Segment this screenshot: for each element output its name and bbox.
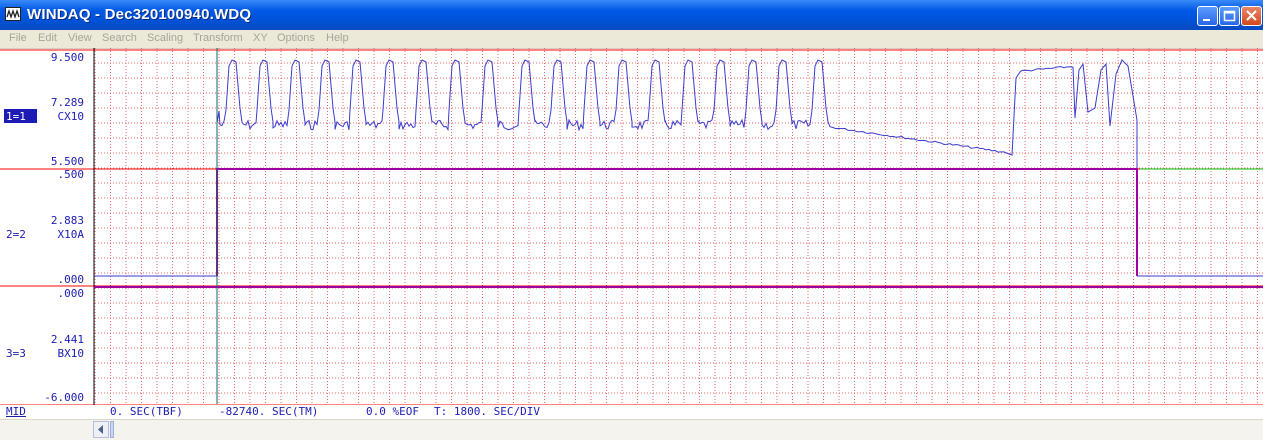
windaq-app-icon[interactable]: [5, 7, 21, 21]
menu-options[interactable]: Options: [277, 32, 315, 44]
maximize-button[interactable]: [1219, 6, 1240, 26]
ch2-bottom-value: .000: [58, 273, 85, 286]
scroll-thumb[interactable]: [110, 421, 114, 438]
menu-transform[interactable]: Transform: [193, 32, 243, 44]
status-tbf: 0. SEC(TBF): [110, 405, 183, 418]
horizontal-scrollbar[interactable]: [0, 419, 1263, 440]
ch2-mid-value: 2.883: [51, 214, 84, 227]
ch1-top-value: 9.500: [51, 51, 84, 64]
status-bar: MID 0. SEC(TBF) -82740. SEC(TM) 0.0 %EOF…: [0, 405, 1263, 419]
ch3-name: BX10: [58, 347, 85, 360]
ch2-label[interactable]: 2=2: [6, 228, 26, 241]
status-mode: MID: [6, 405, 26, 418]
status-eof: 0.0 %EOF: [366, 405, 419, 418]
menu-bar: File Edit View Search Scaling Transform …: [0, 30, 1263, 49]
channel-separators: [0, 48, 1263, 406]
menu-file[interactable]: File: [9, 32, 27, 44]
ch3-top-value: .000: [58, 287, 85, 300]
ch2-top-value: .500: [58, 168, 85, 181]
status-div: T: 1800. SEC/DIV: [434, 405, 540, 418]
menu-scaling[interactable]: Scaling: [147, 32, 183, 44]
scroll-left-button[interactable]: [93, 421, 109, 438]
menu-view[interactable]: View: [68, 32, 92, 44]
menu-help[interactable]: Help: [326, 32, 349, 44]
ch3-bottom-value: -6.000: [44, 391, 84, 404]
close-button[interactable]: [1241, 6, 1262, 26]
status-tm: -82740. SEC(TM): [219, 405, 319, 418]
ch2-name: X10A: [58, 228, 85, 241]
waveform-svg[interactable]: 9.500 1=1 7.289 CX10 5.500 .500 2=2 2.88…: [0, 48, 1263, 406]
ch1-mid-value: 7.289: [51, 96, 84, 109]
menu-edit[interactable]: Edit: [38, 32, 57, 44]
window-title: WINDAQ - Dec320100940.WDQ: [27, 6, 252, 23]
trace-x10a: [216, 168, 1138, 276]
ch1-bottom-value: 5.500: [51, 155, 84, 168]
ch3-label[interactable]: 3=3: [6, 347, 26, 360]
ch3-mid-value: 2.441: [51, 333, 84, 346]
menu-xy[interactable]: XY: [253, 32, 268, 44]
waveform-display[interactable]: 9.500 1=1 7.289 CX10 5.500 .500 2=2 2.88…: [0, 48, 1263, 406]
ch1-label[interactable]: 1=1: [6, 110, 26, 123]
minimize-button[interactable]: [1197, 6, 1218, 26]
menu-search[interactable]: Search: [102, 32, 137, 44]
title-bar: WINDAQ - Dec320100940.WDQ: [0, 0, 1263, 30]
ch1-name: CX10: [58, 110, 85, 123]
arrow-left-icon: [98, 425, 103, 434]
